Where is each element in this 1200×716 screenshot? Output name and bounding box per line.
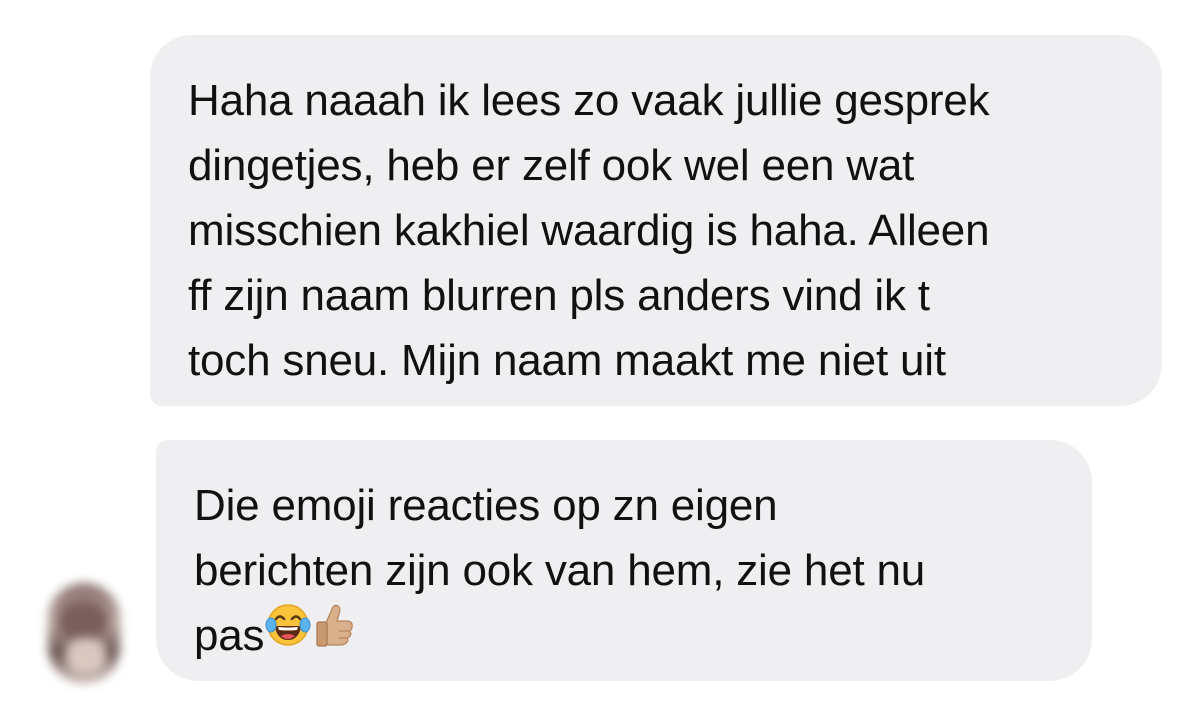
avatar-shape xyxy=(58,601,108,641)
thumbs-up-icon xyxy=(312,601,358,667)
message-line: misschien kakhiel waardig is haha. Allee… xyxy=(188,206,990,255)
message-last-line: pas xyxy=(194,603,1062,668)
message-line: Haha naaah ik lees zo vaak jullie gespre… xyxy=(188,76,990,125)
message-line: dingetjes, heb er zelf ook wel een wat xyxy=(188,141,915,190)
message-line: ff zijn naam blurren pls anders vind ik … xyxy=(188,271,930,320)
message-line: toch sneu. Mijn naam maakt me niet uit xyxy=(188,336,946,385)
message-thread: Haha naaah ik lees zo vaak jullie gespre… xyxy=(0,0,1200,716)
message-line-text: pas xyxy=(194,611,265,660)
message-bubble[interactable]: Haha naaah ik lees zo vaak jullie gespre… xyxy=(150,35,1162,406)
avatar-shape xyxy=(66,638,106,674)
message-line: Die emoji reacties op zn eigen xyxy=(194,481,778,530)
message-bubble[interactable]: Die emoji reacties op zn eigen berichten… xyxy=(156,440,1092,681)
face-with-tears-of-joy-icon xyxy=(264,601,312,667)
avatar[interactable] xyxy=(48,583,120,683)
message-line: berichten zijn ook van hem, zie het nu xyxy=(194,546,926,595)
